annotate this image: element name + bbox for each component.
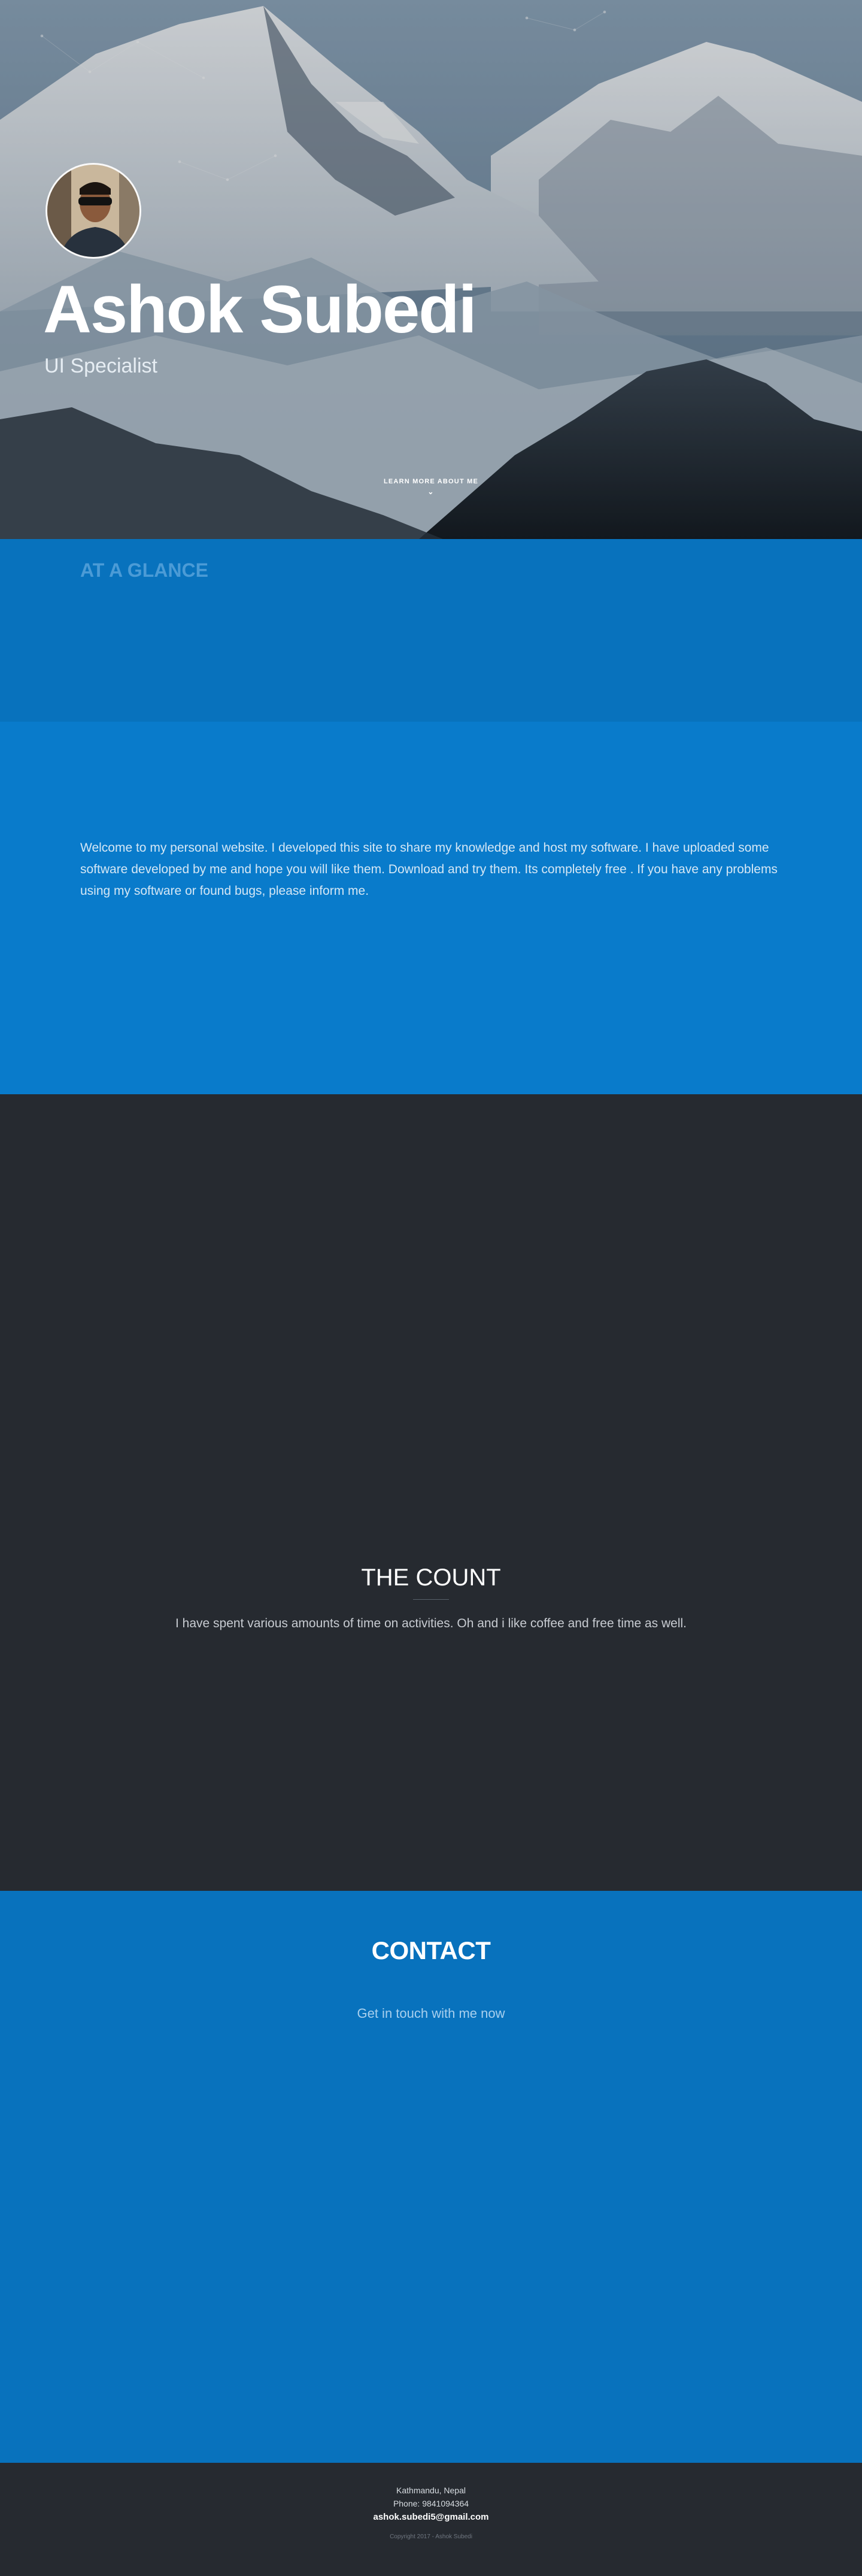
avatar: [45, 163, 141, 259]
footer-email-link[interactable]: ashok.subedi5@gmail.com: [0, 2512, 862, 2522]
heading-divider: [413, 1599, 449, 1600]
about-section: Welcome to my personal website. I develo…: [0, 722, 862, 1094]
contact-section: CONTACT Get in touch with me now: [0, 1891, 862, 2463]
section-heading-contact: CONTACT: [371, 1936, 491, 1964]
contact-text: Get in touch with me now: [357, 2006, 505, 2021]
count-text: I have spent various amounts of time on …: [175, 1617, 687, 1630]
profile-photo-icon: [47, 165, 139, 257]
mountain-background: [0, 0, 862, 539]
section-heading-count: THE COUNT: [361, 1564, 501, 1591]
footer-location: Kathmandu, Nepal: [396, 2486, 466, 2495]
chevron-down-icon: ⌄: [427, 488, 435, 496]
at-a-glance-section: AT A GLANCE: [0, 539, 862, 722]
hero-section: Ashok Subedi UI Specialist LEARN MORE AB…: [0, 0, 862, 539]
footer-copyright: Copyright 2017 - Ashok Subedi: [390, 2533, 472, 2540]
section-heading-glance: AT A GLANCE: [80, 559, 208, 581]
about-text: Welcome to my personal website. I develo…: [80, 841, 778, 898]
count-section: THE COUNT I have spent various amounts o…: [0, 1094, 862, 1891]
footer-phone: Phone: 9841094364: [393, 2499, 469, 2508]
learn-more-label: LEARN MORE ABOUT ME: [383, 478, 479, 485]
hero-name: Ashok Subedi: [43, 272, 477, 347]
hero-subtitle: UI Specialist: [44, 355, 157, 377]
footer: Kathmandu, Nepal Phone: 9841094364 ashok…: [0, 2463, 862, 2576]
learn-more-link[interactable]: LEARN MORE ABOUT ME ⌄: [0, 478, 862, 496]
